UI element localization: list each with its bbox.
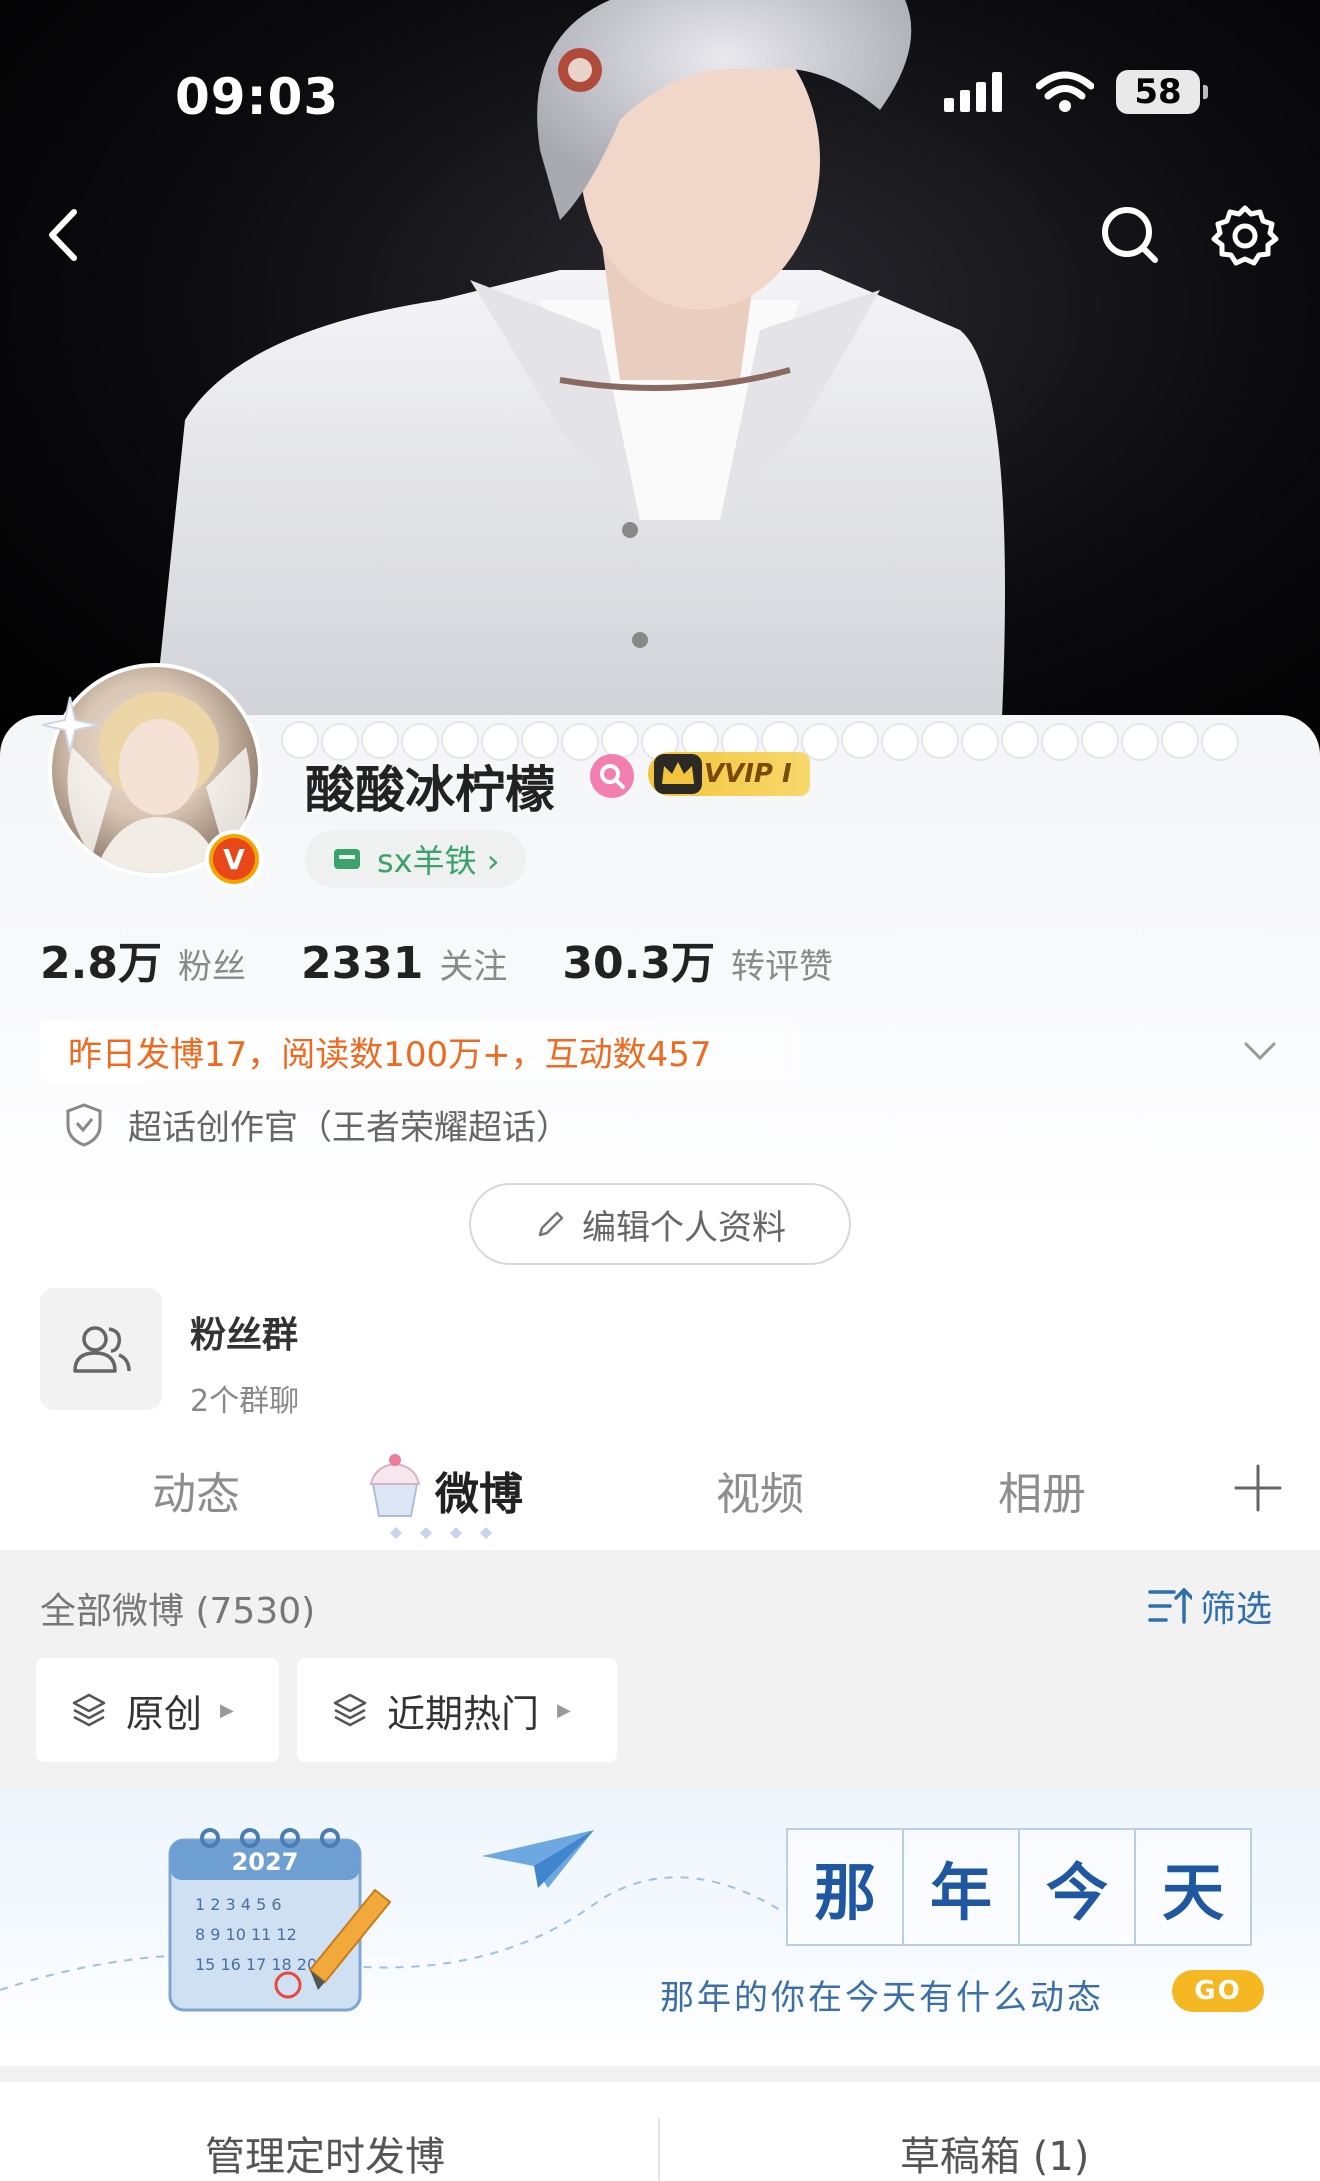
stat-following[interactable]: 2331 关注 [301, 938, 507, 989]
svg-text:8 9 10 11 12: 8 9 10 11 12 [195, 1925, 297, 1944]
shield-icon [66, 1102, 102, 1147]
stat-following-label: 关注 [439, 947, 508, 987]
stat-interactions-value: 30.3万 [562, 938, 715, 989]
yesterday-summary[interactable]: 昨日发博17，阅读数100万+，互动数457 [40, 1020, 800, 1082]
chip-original[interactable]: 原创 ▶ [36, 1658, 279, 1762]
scheduled-posts-link[interactable]: 管理定时发博 [205, 2124, 445, 2181]
filter-icon [1148, 1587, 1192, 1624]
section-divider [0, 2066, 1320, 2082]
fan-group-title: 粉丝群 [190, 1315, 299, 1356]
pencil-icon [538, 1211, 564, 1237]
banner-title-char: 年 [902, 1828, 1020, 1946]
stat-following-value: 2331 [300, 938, 424, 989]
add-tab-icon[interactable] [1232, 1462, 1284, 1514]
username: 酸酸冰柠檬 [305, 761, 555, 819]
stat-interactions[interactable]: 30.3万 转评赞 [562, 927, 833, 991]
avatar[interactable]: V [40, 655, 270, 888]
calendar-icon: 2027 1 2 3 4 5 6 8 9 10 11 12 15 16 17 1… [168, 1828, 392, 2012]
vvip-badge[interactable]: VVIP I [648, 752, 810, 796]
go-button[interactable]: GO [1172, 1970, 1264, 2012]
verified-badge: V [205, 830, 263, 888]
creator-badge-row[interactable]: 超话创作官（王者荣耀超话） [62, 1100, 570, 1149]
stat-fans[interactable]: 2.8万 粉丝 [40, 927, 246, 991]
tab-dynamics[interactable]: 动态 [152, 1458, 240, 1522]
stat-fans-label: 粉丝 [177, 947, 246, 987]
stat-fans-value: 2.8万 [40, 938, 162, 989]
creator-title: 超话创作官（王者荣耀超话） [128, 1108, 570, 1148]
edit-profile-button[interactable]: 编辑个人资料 [469, 1183, 851, 1265]
caret-right-icon: ▶ [557, 1699, 571, 1721]
group-icon [73, 1326, 131, 1373]
group-tag-icon [334, 849, 360, 869]
verified-v-icon: V [213, 838, 255, 880]
tab-album[interactable]: 相册 [998, 1458, 1086, 1522]
signal-icon [944, 72, 1002, 112]
battery-indicator: 58 [1116, 70, 1208, 114]
fan-group-entry[interactable]: 粉丝群 2个群聊 [40, 1288, 299, 1420]
banner-title-char: 那 [786, 1828, 904, 1946]
banner-title-char: 天 [1134, 1828, 1252, 1946]
filter-label: 筛选 [1200, 1589, 1273, 1630]
paper-plane-icon [482, 1830, 594, 1888]
status-time: 09:03 [175, 68, 340, 126]
settings-icon[interactable] [1210, 200, 1280, 270]
layers-icon [72, 1693, 106, 1727]
group-tag-label: sx羊铁 › [377, 842, 500, 880]
svg-text:1 2 3 4 5 6: 1 2 3 4 5 6 [195, 1895, 282, 1914]
stat-interactions-label: 转评赞 [730, 947, 833, 987]
stats-row: 2.8万 粉丝 2331 关注 30.3万 转评赞 [40, 927, 888, 991]
back-icon[interactable] [30, 200, 100, 270]
banner-subtitle: 那年的你在今天有什么动态 [660, 1978, 1104, 2018]
drafts-link[interactable]: 草稿箱 (1) [900, 2124, 1089, 2181]
calendar-year: 2027 [232, 1848, 299, 1876]
feed-title: 全部微博 (7530) [40, 1591, 316, 1632]
caret-right-icon: ▶ [220, 1699, 234, 1721]
sparkle-icon [41, 696, 99, 754]
chip-recent-hot[interactable]: 近期热门 ▶ [297, 1658, 617, 1762]
lens-badge-icon[interactable] [590, 754, 634, 798]
fan-group-subtitle: 2个群聊 [190, 1384, 300, 1419]
group-tag[interactable]: sx羊铁 › [305, 830, 526, 888]
active-tab-indicator [390, 1527, 492, 1539]
layers-icon [333, 1693, 367, 1727]
fan-group-icon-box [40, 1288, 162, 1410]
svg-text:15 16 17 18 20: 15 16 17 18 20 [195, 1955, 317, 1974]
search-icon[interactable] [1095, 200, 1165, 270]
banner-title-char: 今 [1018, 1828, 1136, 1946]
banner-title-grid: 那 年 今 天 [786, 1828, 1252, 1946]
vvip-label: VVIP I [704, 759, 792, 789]
chip-recent-hot-label: 近期热门 [387, 1691, 540, 1736]
crown-icon [654, 754, 702, 794]
cake-icon [369, 1454, 421, 1517]
tab-weibo[interactable]: 微博 [435, 1458, 523, 1522]
bottom-action-bar [0, 2082, 1320, 2181]
status-icons: 58 [944, 70, 1208, 114]
profile-tabs: 动态 微博 视频 相册 [0, 1440, 1320, 1550]
bottom-divider [658, 2118, 660, 2181]
edit-profile-label: 编辑个人资料 [582, 1207, 786, 1248]
filter-button[interactable]: 筛选 [1148, 1580, 1272, 1632]
chevron-down-icon[interactable] [1240, 1030, 1280, 1070]
wifi-icon [1036, 71, 1094, 112]
chip-original-label: 原创 [126, 1691, 203, 1736]
tab-video[interactable]: 视频 [716, 1458, 804, 1522]
